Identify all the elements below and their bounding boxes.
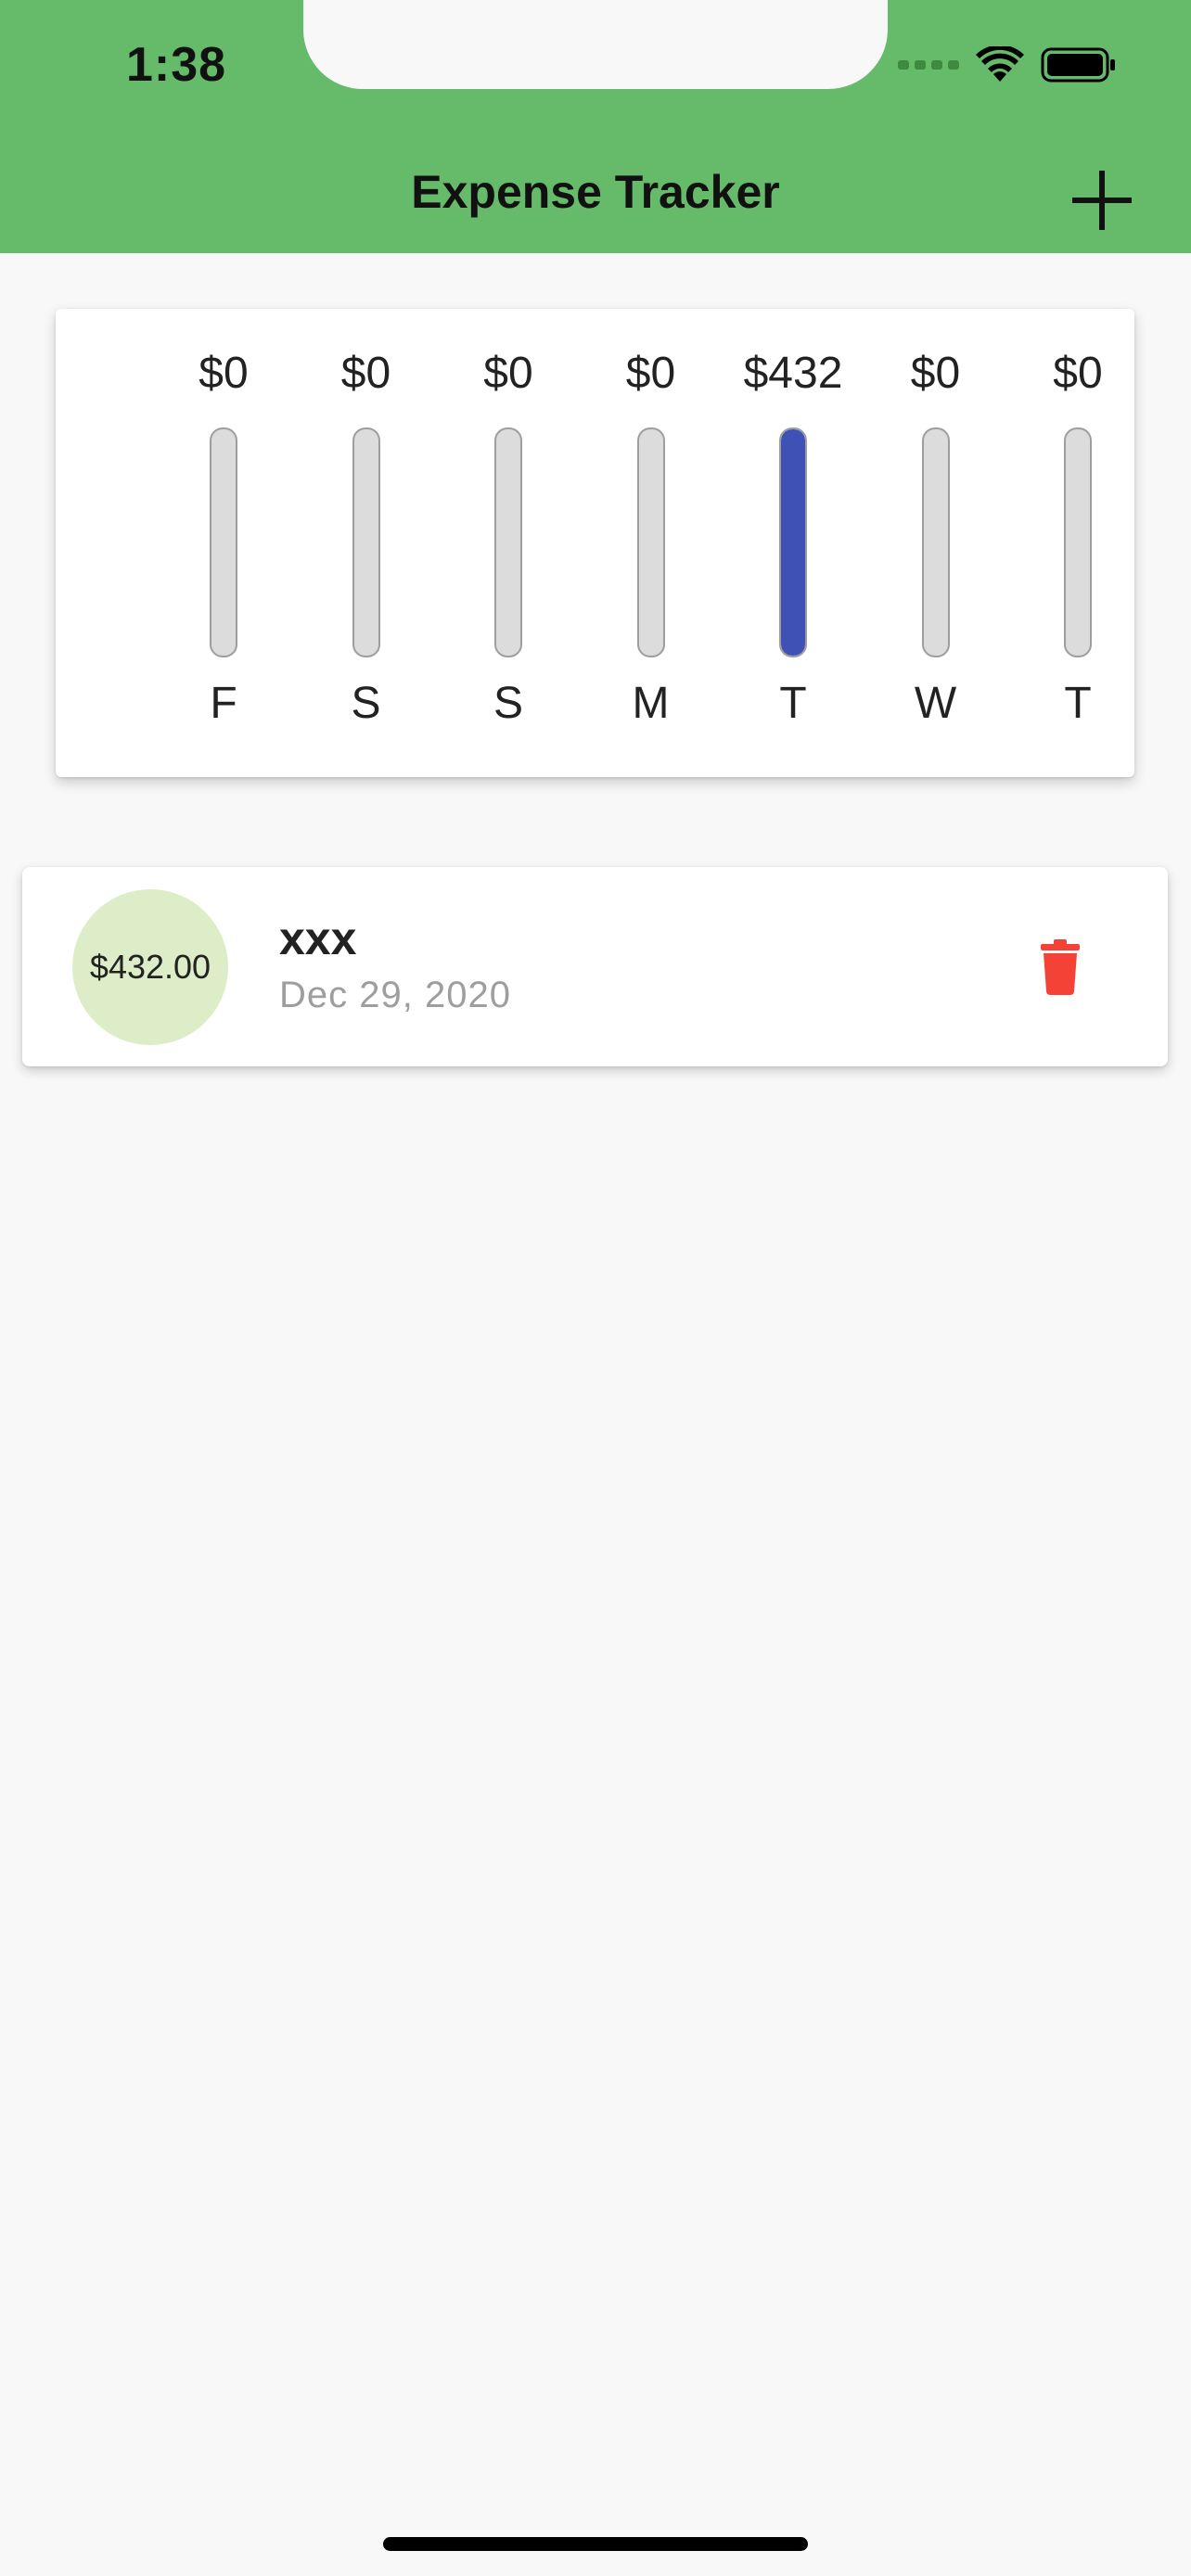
chart-bar-day-label: S: [351, 679, 381, 728]
chart-bar-amount: $0: [198, 349, 249, 398]
chart-bar-track: [636, 427, 665, 657]
chart-bar-column: $0 M: [582, 309, 721, 777]
chart-bar-day-label: T: [1064, 679, 1092, 728]
chart-bar-track: [779, 427, 807, 657]
chart-bar-day-label: W: [914, 679, 957, 728]
chart-bar-track: [921, 427, 950, 657]
chart-bar-day-label: S: [493, 679, 523, 728]
chart-bar-day-label: T: [779, 679, 807, 728]
chart-bar-column: $0 F: [154, 309, 293, 777]
trash-icon: [1041, 939, 1080, 995]
chart-bar-track: [1064, 427, 1092, 657]
chart-bar-column: $0 S: [439, 309, 578, 777]
chart-bar-column: $0 S: [297, 309, 436, 777]
signal-dots-icon: [898, 60, 959, 70]
page-title: Expense Tracker: [411, 166, 780, 218]
app-bar: 1:38 Expense Tracker: [0, 0, 1191, 253]
status-icons: [898, 46, 1117, 83]
chart-bar-fill: [781, 429, 805, 656]
chart-bar-amount: $432: [743, 349, 843, 398]
chart-bar-column: $432 T: [724, 309, 863, 777]
chart-bar-column: $0 T: [1008, 309, 1147, 777]
chart-bar-amount: $0: [1053, 349, 1103, 398]
chart-bar-track: [352, 427, 380, 657]
transaction-title: xxx: [279, 912, 357, 964]
transaction-date: Dec 29, 2020: [279, 975, 511, 1015]
plus-icon: [1072, 171, 1132, 230]
chart-bar-day-label: M: [632, 679, 670, 728]
chart-bar-day-label: F: [210, 679, 237, 728]
transaction-list-item: $432.00 xxx Dec 29, 2020: [22, 867, 1168, 1066]
device-notch: [303, 0, 888, 89]
chart-bar-amount: $0: [625, 349, 676, 398]
chart-bar-track: [494, 427, 522, 657]
transaction-amount-avatar: $432.00: [72, 889, 228, 1045]
weekly-chart-card: $0 F $0 S $0 S $0 M $432 T $0 W $0 T: [56, 309, 1134, 777]
chart-bar-amount: $0: [340, 349, 391, 398]
chart-bar-track: [210, 427, 237, 657]
status-time: 1:38: [126, 38, 227, 92]
battery-icon: [1041, 47, 1115, 83]
home-indicator: [383, 2537, 808, 2551]
chart-bar-amount: $0: [910, 349, 961, 398]
delete-transaction-button[interactable]: [1030, 934, 1091, 1001]
chart-bar-amount: $0: [483, 349, 533, 398]
wifi-icon: [976, 46, 1024, 82]
add-transaction-button[interactable]: [1065, 163, 1139, 237]
chart-bar-column: $0 W: [866, 309, 1005, 777]
